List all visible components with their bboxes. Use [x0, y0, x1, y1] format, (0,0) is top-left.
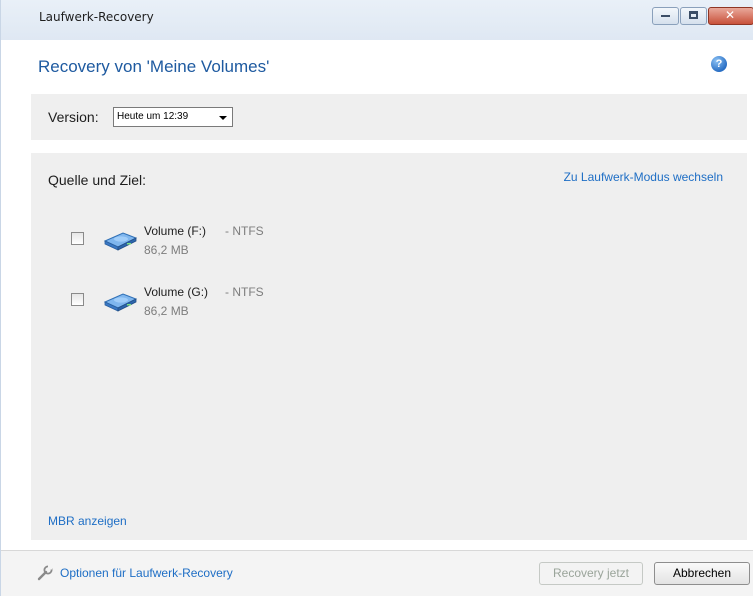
page-title: Recovery von 'Meine Volumes': [38, 57, 270, 76]
close-icon: ✕: [725, 8, 736, 22]
close-button[interactable]: ✕: [708, 7, 753, 25]
volume-name: Volume (F:): [144, 224, 207, 238]
help-icon[interactable]: ?: [711, 56, 727, 72]
switch-drive-mode-link[interactable]: Zu Laufwerk-Modus wechseln: [564, 170, 723, 184]
version-panel: Version: Heute um 12:39: [31, 94, 747, 140]
volume-size: 86,2 MB: [144, 243, 189, 257]
window-title: Laufwerk-Recovery: [39, 10, 154, 24]
version-label: Version:: [48, 109, 99, 125]
minimize-icon: [661, 15, 670, 17]
recovery-window: Laufwerk-Recovery ✕ Recovery von 'Meine …: [0, 0, 753, 596]
volume-filesystem: - NTFS: [225, 285, 264, 299]
volume-name: Volume (G:): [144, 285, 209, 299]
volume-checkbox[interactable]: [71, 232, 84, 245]
hard-drive-icon: [103, 293, 137, 312]
volume-row: Volume (F:) - NTFS 86,2 MB: [31, 221, 431, 267]
maximize-button[interactable]: [680, 7, 707, 25]
version-selected-value: Heute um 12:39: [117, 111, 189, 122]
volume-checkbox[interactable]: [71, 293, 84, 306]
hard-drive-icon: [103, 232, 137, 251]
version-select[interactable]: Heute um 12:39: [113, 107, 233, 127]
recover-now-button[interactable]: Recovery jetzt: [539, 562, 643, 585]
show-mbr-link[interactable]: MBR anzeigen: [48, 514, 127, 528]
chevron-down-icon: [219, 116, 227, 120]
volume-size: 86,2 MB: [144, 304, 189, 318]
source-target-panel: Quelle und Ziel: Zu Laufwerk-Modus wechs…: [31, 153, 747, 540]
maximize-icon: [689, 11, 698, 19]
volume-row: Volume (G:) - NTFS 86,2 MB: [31, 282, 431, 328]
cancel-button[interactable]: Abbrechen: [654, 562, 750, 585]
title-bar: Laufwerk-Recovery ✕: [1, 0, 753, 40]
volume-filesystem: - NTFS: [225, 224, 264, 238]
footer-bar: Optionen für Laufwerk-Recovery Recovery …: [1, 550, 753, 596]
section-title: Quelle und Ziel:: [48, 172, 147, 188]
wrench-icon: [37, 565, 53, 581]
recovery-options-link[interactable]: Optionen für Laufwerk-Recovery: [60, 566, 233, 580]
minimize-button[interactable]: [652, 7, 679, 25]
